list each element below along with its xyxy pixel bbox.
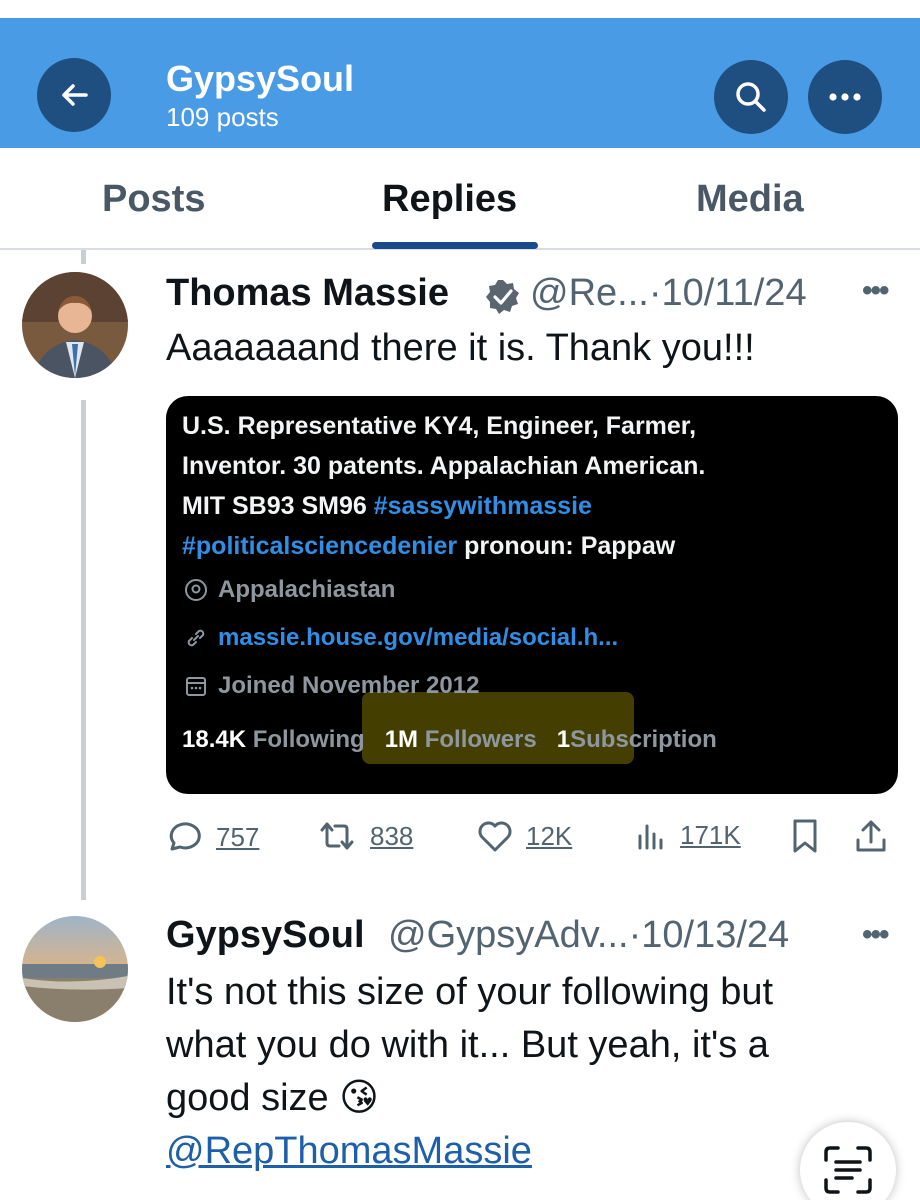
- tweet-text-line: good size 😘: [166, 1077, 379, 1119]
- following-label: Following: [252, 726, 365, 753]
- mention-link[interactable]: @RepThomasMassie: [166, 1125, 896, 1178]
- location-text: Appalachiastan: [218, 576, 396, 603]
- subscriptions-label: Subscription: [570, 726, 717, 753]
- tweet-handle-date: @GypsyAdv...·10/13/24: [388, 914, 790, 956]
- avatar-image: [22, 916, 128, 1022]
- link-icon: [187, 629, 205, 647]
- bio-line: U.S. Representative KY4, Engineer, Farme…: [182, 412, 697, 440]
- views-button[interactable]: 171K: [634, 818, 741, 852]
- back-arrow-icon: [62, 84, 88, 106]
- scan-text-icon: [824, 1146, 872, 1194]
- reply-icon: [169, 822, 201, 851]
- profile-stats: 18.4K Following 1M Followers 1Subscripti…: [182, 726, 717, 754]
- profile-tabs: Posts Replies Media: [0, 148, 920, 250]
- profile-link[interactable]: massie.house.gov/media/social.h...: [184, 624, 618, 652]
- thread-line-top: [81, 250, 86, 264]
- avatar-gypsysoul[interactable]: [22, 916, 128, 1022]
- following-count: 18.4K: [182, 726, 247, 753]
- tab-media[interactable]: Media: [696, 178, 804, 221]
- joined-text: Joined November 2012: [218, 672, 480, 699]
- share-button[interactable]: [854, 818, 888, 854]
- tweet-author-name[interactable]: GypsySoul: [166, 914, 365, 957]
- repost-button[interactable]: 838: [316, 818, 413, 854]
- search-button[interactable]: [714, 60, 788, 134]
- tweet-text-line: It's not this size of your following but: [166, 971, 774, 1013]
- followers-label: Followers: [424, 726, 537, 753]
- subscriptions-stat[interactable]: 1Subscription: [557, 726, 717, 754]
- reply-count: 757: [216, 821, 260, 852]
- bio-text: MIT SB93 SM96: [182, 492, 374, 520]
- reply-button[interactable]: 757: [164, 818, 259, 856]
- bookmark-icon: [793, 819, 817, 853]
- followers-count: 1M: [384, 726, 419, 753]
- bio-text: pronoun: Pappaw: [457, 532, 676, 560]
- views-count: 171K: [680, 819, 741, 850]
- back-button[interactable]: [37, 58, 111, 132]
- tweet-handle-date: @Re...·10/11/24: [530, 272, 807, 314]
- profile-location: Appalachiastan: [184, 576, 395, 604]
- like-icon: [478, 821, 512, 852]
- avatar-image: [22, 272, 128, 378]
- profile-header: GypsySoul 109 posts: [0, 0, 920, 148]
- tweet-actions: 757 838 12K 171K: [164, 818, 904, 858]
- tab-replies[interactable]: Replies: [382, 178, 517, 221]
- embedded-profile-image[interactable]: U.S. Representative KY4, Engineer, Farme…: [166, 396, 898, 794]
- profile-name: GypsySoul: [166, 58, 355, 99]
- subscriptions-count: 1: [556, 726, 571, 753]
- following-stat[interactable]: 18.4K Following: [182, 726, 365, 754]
- tweet-text: It's not this size of your following but…: [166, 966, 896, 1178]
- calendar-icon: [186, 677, 206, 696]
- views-icon: [638, 824, 663, 850]
- status-strip: [0, 0, 920, 18]
- followers-stat[interactable]: 1M Followers: [385, 726, 537, 754]
- thread-line: [81, 400, 86, 900]
- active-tab-indicator: [372, 242, 538, 249]
- hashtag-link[interactable]: #sassywithmassie: [374, 492, 592, 520]
- more-button[interactable]: [808, 60, 882, 134]
- repost-count: 838: [370, 820, 414, 851]
- website-link[interactable]: massie.house.gov/media/social.h...: [218, 624, 618, 652]
- more-icon: [829, 93, 861, 101]
- repost-icon: [320, 822, 354, 850]
- like-count: 12K: [526, 820, 573, 851]
- tweet-author-name[interactable]: Thomas Massie: [166, 272, 449, 315]
- share-icon: [856, 820, 886, 852]
- location-icon: [185, 579, 207, 601]
- tweet-text-line: what you do with it... But yeah, it's a: [166, 1024, 769, 1066]
- tab-posts[interactable]: Posts: [102, 178, 205, 221]
- post-count: 109 posts: [166, 102, 279, 132]
- profile-bio: U.S. Representative KY4, Engineer, Farme…: [182, 406, 882, 566]
- tweet-more-icon[interactable]: •••: [862, 918, 889, 952]
- avatar-thomas-massie[interactable]: [22, 272, 128, 378]
- profile-joined: Joined November 2012: [184, 672, 479, 700]
- tweet-text: Aaaaaaand there it is. Thank you!!!: [166, 327, 755, 369]
- bio-line: Inventor. 30 patents. Appalachian Americ…: [182, 452, 706, 480]
- bookmark-button[interactable]: [790, 818, 820, 854]
- tweet-more-icon[interactable]: •••: [862, 274, 889, 308]
- search-icon: [736, 82, 766, 112]
- like-button[interactable]: 12K: [476, 818, 572, 854]
- hashtag-link[interactable]: #politicalsciencedenier: [182, 532, 457, 560]
- verified-badge-icon: [486, 280, 519, 314]
